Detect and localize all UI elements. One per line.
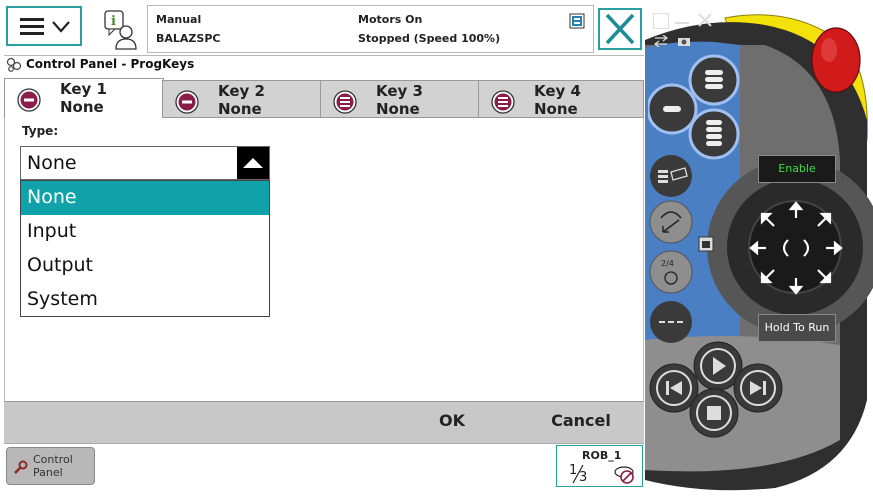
tab-key-3[interactable]: Key 3 None — [320, 80, 480, 118]
top-bar — [4, 5, 644, 56]
four-bars-icon — [706, 120, 722, 146]
key-tabs: Key 1 None Key 2 None Key 3 None Key 4 N… — [4, 78, 644, 118]
prog-key-3-button[interactable] — [690, 56, 738, 104]
speed-fraction-den: 3 — [579, 470, 588, 485]
snapshot-icon[interactable] — [698, 236, 714, 252]
toggle-axes-button[interactable]: 2/4 — [649, 250, 693, 294]
camera-icon[interactable] — [677, 35, 691, 47]
wrench-icon — [14, 460, 28, 474]
toggle-motion-mode-button[interactable] — [649, 200, 693, 244]
tab-key-4[interactable]: Key 4 None — [478, 80, 644, 118]
taskbar-control-panel[interactable]: Control Panel — [6, 447, 95, 485]
emergency-stop-button[interactable] — [805, 20, 867, 100]
ok-button[interactable]: OK — [400, 401, 504, 443]
tab-key-1-value: None — [60, 98, 104, 116]
option-system[interactable]: System — [21, 283, 269, 317]
option-input[interactable]: Input — [21, 215, 269, 249]
tab-key-4-name: Key 4 — [534, 82, 581, 100]
increment-off-icon — [614, 466, 634, 484]
window-title-row: Control Panel - ProgKeys — [4, 56, 644, 74]
select-mechanical-unit-button[interactable] — [649, 154, 693, 198]
tab-key-2-name: Key 2 — [218, 82, 265, 100]
cancel-button[interactable]: Cancel — [520, 401, 642, 443]
three-bars-icon — [705, 70, 723, 89]
svg-text:2/4: 2/4 — [661, 259, 674, 268]
key-none-icon — [175, 90, 199, 114]
option-output[interactable]: Output — [21, 249, 269, 283]
taskbar — [4, 443, 644, 489]
prog-key-1-button[interactable] — [648, 85, 696, 133]
step-forward-button[interactable] — [734, 364, 782, 412]
taskbar-label-line2: Panel — [33, 466, 63, 479]
tab-key-3-value: None — [376, 100, 420, 118]
close-window-icon[interactable] — [698, 13, 712, 27]
type-dropdown-value: None — [27, 152, 77, 174]
tab-key-1[interactable]: Key 1 None — [4, 78, 164, 118]
type-label: Type: — [22, 124, 59, 138]
tab-key-2[interactable]: Key 2 None — [162, 80, 322, 118]
option-none[interactable]: None — [21, 181, 269, 215]
tab-key-4-value: None — [534, 100, 578, 118]
joystick[interactable] — [746, 198, 846, 298]
pendant-hardware: 2/4 Enable Hold To Run — [645, 0, 873, 494]
minimize-window-icon[interactable] — [675, 22, 689, 24]
taskbar-label-line1: Control — [33, 453, 73, 466]
quickset-robot-button[interactable]: ROB_1 1 3 — [556, 445, 643, 487]
swap-icon[interactable] — [654, 35, 668, 47]
key-none-icon — [491, 90, 515, 114]
type-options-list: None Input Output System — [20, 180, 270, 317]
stop-button[interactable] — [690, 389, 738, 437]
flexpendant-screen: i Manual BALAZSPC Motors On Stopped (Spe… — [0, 0, 645, 494]
single-bar-icon — [663, 106, 681, 112]
hold-to-run-button[interactable]: Hold To Run — [758, 314, 836, 342]
control-panel-icon — [6, 57, 22, 72]
window-title: Control Panel - ProgKeys — [26, 57, 195, 71]
tab-key-1-name: Key 1 — [60, 80, 107, 98]
tab-key-3-name: Key 3 — [376, 82, 423, 100]
dropdown-toggle[interactable] — [237, 147, 269, 179]
enable-button[interactable]: Enable — [758, 155, 836, 183]
prog-key-4-button[interactable] — [690, 110, 738, 158]
robot-name: ROB_1 — [582, 449, 622, 462]
restore-window-icon[interactable] — [653, 13, 669, 29]
caret-up-icon — [243, 158, 263, 168]
key-none-icon — [17, 88, 41, 112]
key-none-icon — [333, 90, 357, 114]
tab-key-2-value: None — [218, 100, 262, 118]
toggle-increment-button[interactable] — [649, 300, 693, 344]
type-dropdown[interactable]: None — [20, 146, 270, 180]
